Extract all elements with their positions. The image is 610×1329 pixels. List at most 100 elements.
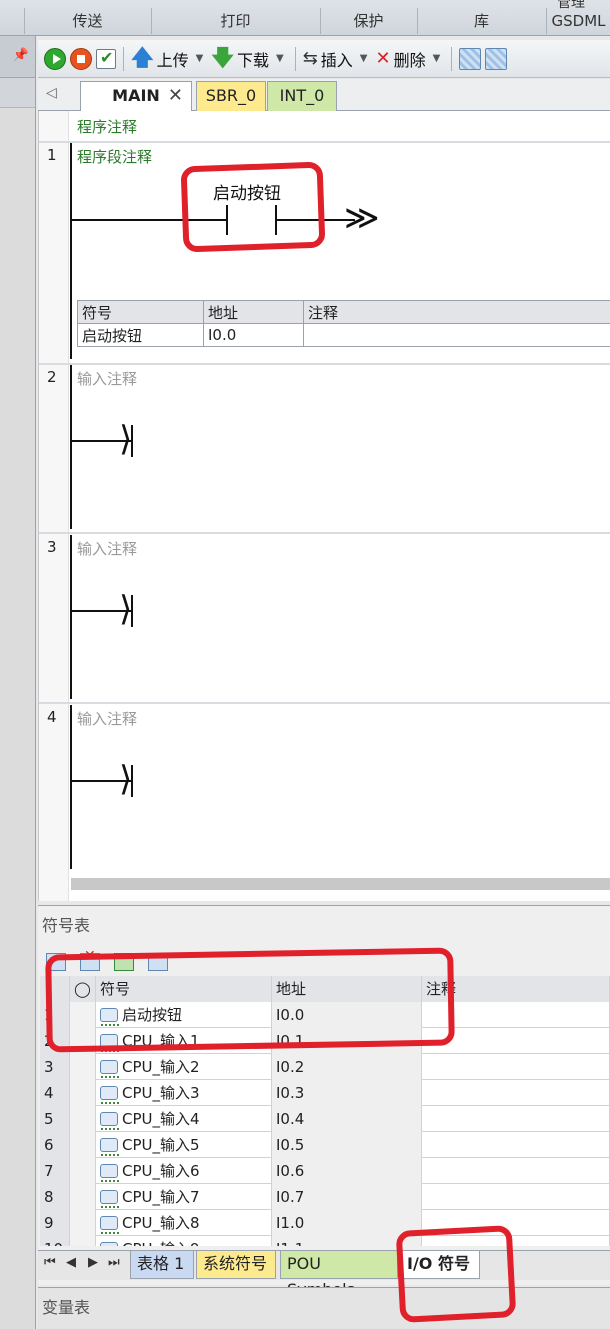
program-comment[interactable]: 程序注释: [77, 116, 137, 137]
row-number[interactable]: 8: [40, 1184, 70, 1210]
delete-icon: ✕: [375, 48, 391, 69]
symbol-cell[interactable]: CPU_输入4: [96, 1106, 272, 1132]
column-header-symbol: 符号: [77, 300, 204, 324]
ribbon-group-library[interactable]: 库: [417, 8, 545, 34]
table-row[interactable]: 7 CPU_输入6 I0.6: [40, 1158, 610, 1184]
insert-button[interactable]: ⇆ 插入 ▼: [303, 45, 372, 73]
compile-icon[interactable]: [96, 48, 116, 69]
symbol-cell[interactable]: CPU_输入9: [96, 1236, 272, 1246]
close-icon[interactable]: ✕: [168, 82, 183, 110]
ribbon-group-top-label: 管理: [557, 0, 585, 11]
network-comment[interactable]: 输入注释: [77, 538, 137, 559]
network-gutter: [39, 111, 69, 901]
symbol-name: CPU_输入4: [122, 1110, 200, 1128]
left-pane-row[interactable]: [0, 78, 35, 108]
address-cell[interactable]: I1.0: [272, 1210, 422, 1236]
tab-scroll-left-icon[interactable]: ◁: [46, 85, 57, 101]
address-cell[interactable]: I0.3: [272, 1080, 422, 1106]
next-tab-icon[interactable]: ▶: [88, 1255, 98, 1270]
chevron-down-icon[interactable]: ▼: [276, 53, 284, 64]
pin-icon[interactable]: 📌: [13, 48, 29, 63]
chevron-down-icon[interactable]: ▼: [433, 53, 441, 64]
previous-tab-icon[interactable]: ◀: [66, 1255, 76, 1270]
symbol-name: CPU_输入3: [122, 1084, 200, 1102]
ribbon-group-protect[interactable]: 保护: [320, 8, 416, 34]
table-row[interactable]: 10CPU_输入9I1.1: [40, 1236, 610, 1246]
network-comment[interactable]: 输入注释: [77, 708, 137, 729]
row-number[interactable]: 9: [40, 1210, 70, 1236]
comment-cell[interactable]: [422, 1132, 610, 1158]
network-comment[interactable]: 程序段注释: [77, 146, 152, 167]
symbol-cell[interactable]: CPU_输入2: [96, 1054, 272, 1080]
comment-cell[interactable]: [303, 323, 610, 347]
address-cell[interactable]: I0.0: [203, 323, 304, 347]
comment-cell[interactable]: [422, 1184, 610, 1210]
symbol-cell[interactable]: CPU_输入6: [96, 1158, 272, 1184]
symbol-name: CPU_输入6: [122, 1162, 200, 1180]
address-cell[interactable]: I0.4: [272, 1106, 422, 1132]
horizontal-scrollbar[interactable]: [71, 878, 610, 890]
network-icon[interactable]: [459, 47, 482, 70]
tab-main[interactable]: MAIN ✕: [80, 81, 192, 111]
variable-table-panel: 变量表: [38, 1287, 610, 1329]
tab-table-1[interactable]: 表格 1: [130, 1251, 194, 1279]
address-cell[interactable]: I0.2: [272, 1054, 422, 1080]
tab-sbr0[interactable]: SBR_0: [196, 81, 266, 111]
network-separator: [39, 141, 610, 143]
row-number[interactable]: 3: [40, 1054, 70, 1080]
stop-icon[interactable]: [70, 47, 92, 70]
table-row[interactable]: 8 CPU_输入7 I0.7: [40, 1184, 610, 1210]
run-icon[interactable]: [44, 47, 66, 70]
ribbon-group-transfer[interactable]: 传送: [24, 8, 150, 34]
network-symbol-table: 符号 地址 注释 启动按钮 I0.0: [77, 300, 610, 347]
symbol-icon: [100, 1112, 119, 1130]
table-row[interactable]: 3 CPU_输入2 I0.2: [40, 1054, 610, 1080]
symbol-cell[interactable]: CPU_输入7: [96, 1184, 272, 1210]
ribbon-group-print[interactable]: 打印: [151, 8, 319, 34]
table-row[interactable]: 9 CPU_输入8 I1.0: [40, 1210, 610, 1236]
network-number: 2: [47, 368, 57, 386]
last-tab-icon[interactable]: ⏭: [108, 1255, 120, 1270]
tab-int0[interactable]: INT_0: [267, 81, 337, 111]
tab-system-symbols[interactable]: 系统符号: [196, 1251, 276, 1279]
row-number[interactable]: 4: [40, 1080, 70, 1106]
row-number[interactable]: 6: [40, 1132, 70, 1158]
tab-main-label: MAIN: [112, 86, 160, 105]
network-icon-2[interactable]: [485, 47, 508, 70]
address-cell[interactable]: I0.7: [272, 1184, 422, 1210]
row-state-cell: [70, 1158, 96, 1184]
comment-cell[interactable]: [422, 1054, 610, 1080]
symbol-cell[interactable]: CPU_输入3: [96, 1080, 272, 1106]
ribbon-group-gsdml[interactable]: 管理 GSDML: [546, 0, 610, 34]
download-arrow-icon: 🡇: [211, 45, 234, 71]
table-row[interactable]: 6 CPU_输入5 I0.5: [40, 1132, 610, 1158]
symbol-cell[interactable]: CPU_输入8: [96, 1210, 272, 1236]
toolbar-separator: [451, 46, 453, 71]
symbol-icon: [100, 1086, 119, 1104]
comment-cell[interactable]: [422, 1158, 610, 1184]
symbol-cell[interactable]: 启动按钮: [77, 323, 204, 347]
comment-cell[interactable]: [422, 1106, 610, 1132]
address-cell[interactable]: I0.6: [272, 1158, 422, 1184]
rung-open-end-bar: [131, 595, 133, 627]
chevron-down-icon[interactable]: ▼: [196, 53, 204, 64]
first-tab-icon[interactable]: ⏮: [44, 1255, 56, 1270]
table-row[interactable]: 5 CPU_输入4 I0.4: [40, 1106, 610, 1132]
delete-button[interactable]: ✕ 删除 ▼: [376, 45, 445, 73]
chevron-down-icon[interactable]: ▼: [360, 53, 368, 64]
toolbar-separator: [294, 46, 296, 71]
table-row[interactable]: 4 CPU_输入3 I0.3: [40, 1080, 610, 1106]
comment-cell[interactable]: [422, 1080, 610, 1106]
symbol-icon: [100, 1242, 118, 1246]
symbol-cell[interactable]: CPU_输入5: [96, 1132, 272, 1158]
upload-button[interactable]: 🡅 上传 ▼: [131, 45, 207, 73]
tab-pou-symbols[interactable]: POU Symbols: [280, 1251, 398, 1299]
row-number[interactable]: 7: [40, 1158, 70, 1184]
row-number[interactable]: 5: [40, 1106, 70, 1132]
download-button[interactable]: 🡇 下载 ▼: [211, 45, 287, 73]
network-separator: [39, 363, 610, 365]
row-number[interactable]: 10: [40, 1236, 70, 1246]
address-cell[interactable]: I0.5: [272, 1132, 422, 1158]
network-comment[interactable]: 输入注释: [77, 368, 137, 389]
insert-label: 插入: [320, 50, 353, 70]
